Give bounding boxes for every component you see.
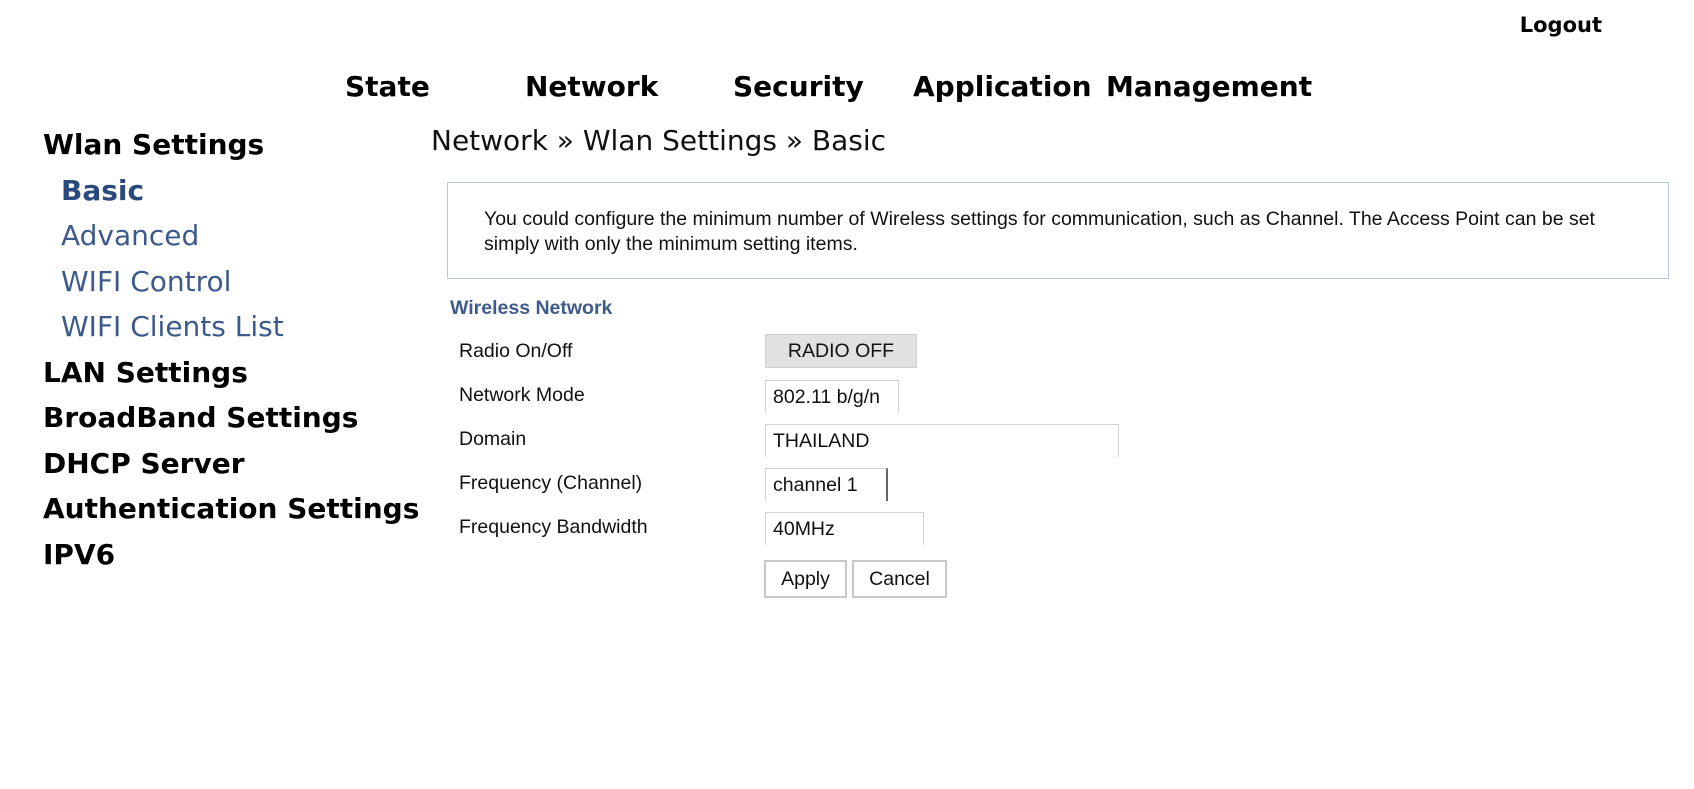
section-title-wireless-network: Wireless Network <box>450 297 613 319</box>
radio-label: Radio On/Off <box>459 340 573 362</box>
sidebar: Wlan Settings Basic Advanced WIFI Contro… <box>43 122 419 578</box>
frequency-channel-select[interactable]: channel 1 <box>765 468 888 501</box>
sidebar-subitem-advanced[interactable]: Advanced <box>43 213 403 259</box>
sidebar-item-lan-settings[interactable]: LAN Settings <box>43 350 403 396</box>
logout-link[interactable]: Logout <box>1520 13 1602 37</box>
frequency-channel-label: Frequency (Channel) <box>459 472 643 494</box>
breadcrumb: Network » Wlan Settings » Basic <box>431 124 887 157</box>
domain-label: Domain <box>459 428 527 450</box>
nav-state[interactable]: State <box>345 70 430 103</box>
nav-application[interactable]: Application <box>913 70 1092 103</box>
info-text: You could configure the minimum number o… <box>484 208 1595 255</box>
radio-off-button[interactable]: RADIO OFF <box>765 334 917 368</box>
sidebar-subitem-wifi-clients-list[interactable]: WIFI Clients List <box>43 304 403 350</box>
sidebar-item-ipv6[interactable]: IPV6 <box>43 532 403 578</box>
network-mode-select[interactable]: 802.11 b/g/n <box>765 380 899 413</box>
cancel-button[interactable]: Cancel <box>852 560 947 598</box>
sidebar-item-broadband-settings[interactable]: BroadBand Settings <box>43 395 403 441</box>
nav-security[interactable]: Security <box>733 70 864 103</box>
sidebar-item-authentication-settings[interactable]: Authentication Settings <box>43 486 419 532</box>
frequency-bandwidth-select[interactable]: 40MHz <box>765 512 924 545</box>
network-mode-label: Network Mode <box>459 384 585 406</box>
sidebar-subitem-basic[interactable]: Basic <box>43 168 403 214</box>
sidebar-item-wlan-settings[interactable]: Wlan Settings <box>43 122 403 168</box>
nav-management[interactable]: Management <box>1106 70 1312 103</box>
info-box: You could configure the minimum number o… <box>447 182 1669 279</box>
sidebar-item-dhcp-server[interactable]: DHCP Server <box>43 441 403 487</box>
nav-network[interactable]: Network <box>525 70 658 103</box>
frequency-bandwidth-label: Frequency Bandwidth <box>459 516 648 538</box>
domain-select[interactable]: THAILAND <box>765 424 1119 457</box>
sidebar-subitem-wifi-control[interactable]: WIFI Control <box>43 259 403 305</box>
apply-button[interactable]: Apply <box>764 560 847 598</box>
